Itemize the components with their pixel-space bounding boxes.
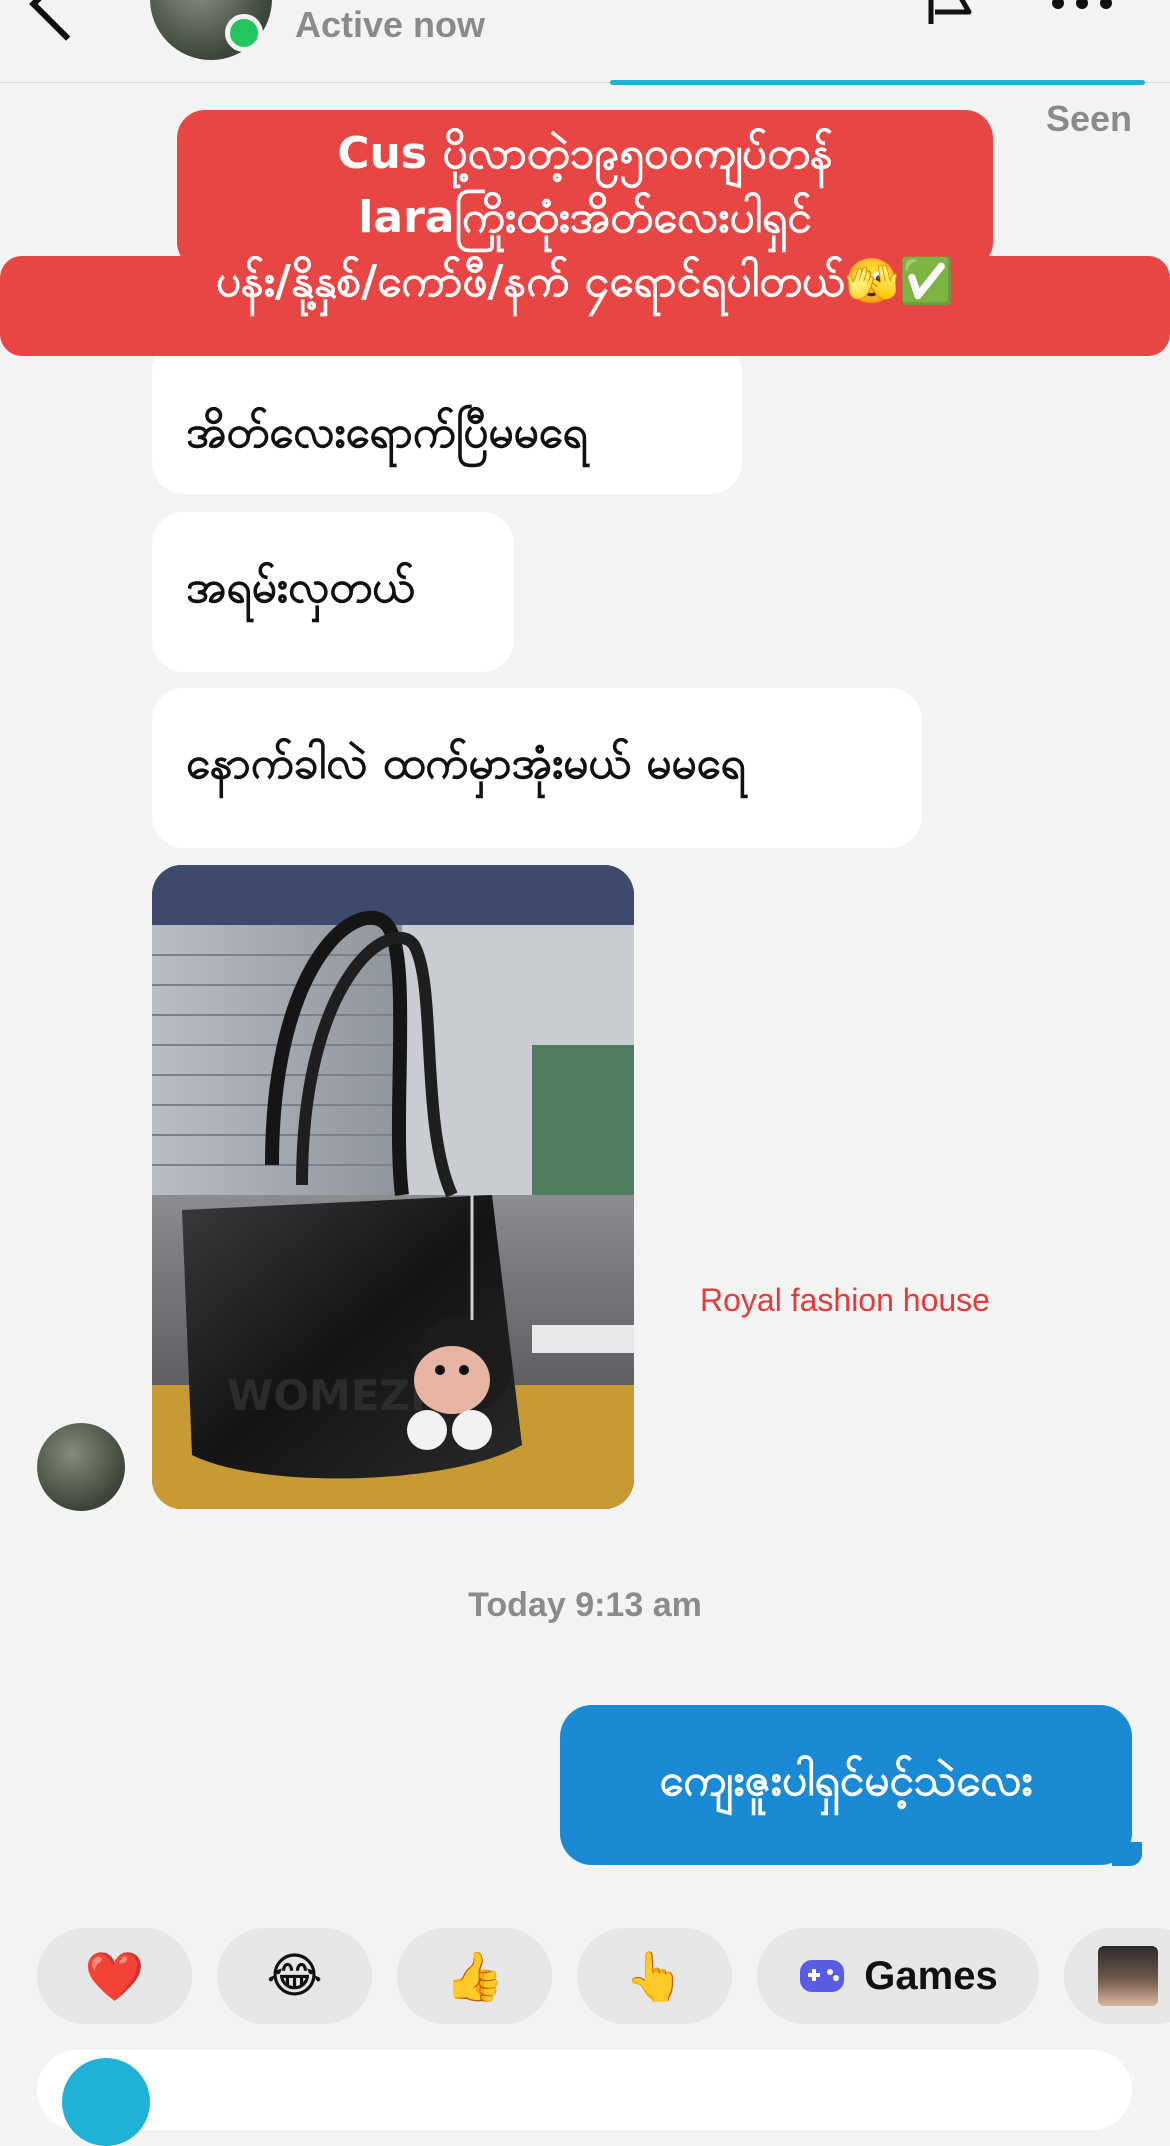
more-options-icon[interactable] — [1050, 0, 1114, 10]
photo-watermark-text: Royal fashion house — [700, 1282, 990, 1318]
quick-reply-bar: ❤️ 😂 👍 👆 Games — [0, 1928, 1170, 2024]
quick-reply-laugh[interactable]: 😂 — [217, 1928, 372, 2024]
message-input-bar[interactable] — [37, 2050, 1132, 2130]
sender-avatar[interactable] — [37, 1423, 125, 1511]
quick-reply-heart[interactable]: ❤️ — [37, 1928, 192, 2024]
quick-reply-thumbs-up[interactable]: 👍 — [397, 1928, 552, 2024]
caption-line: laraကြိုးထုံးအိတ်လေးပါရှင် — [358, 192, 812, 243]
games-label: Games — [864, 1953, 998, 1998]
message-timestamp: Today 9:13 am — [468, 1586, 702, 1624]
thumbs-up-icon: 👍 — [444, 1948, 505, 2005]
previous-message-edge — [610, 80, 1145, 85]
quick-reply-point-up[interactable]: 👆 — [577, 1928, 732, 2024]
sticker-thumbnail-icon — [1098, 1946, 1158, 2006]
caption-line: ပန်း/နို့နှစ်/ကော်ဖီ/နက် ၄ရောင်ရပါတယ်🫣✅ — [215, 256, 955, 307]
games-button[interactable]: Games — [757, 1928, 1039, 2024]
active-status-text: Active now — [295, 4, 486, 45]
flag-icon[interactable] — [925, 0, 981, 24]
online-indicator-icon — [225, 14, 263, 52]
heart-icon: ❤️ — [84, 1948, 145, 2005]
sent-message-bubble[interactable]: ကျေးဇူးပါရှင်မင့်သဲလေး — [560, 1705, 1132, 1865]
received-message-bubble[interactable]: အိတ်လေးရောက်ပြီမမရေ — [152, 340, 742, 494]
photo-message-handbag[interactable]: WOMEZHU — [152, 865, 634, 1509]
back-arrow-icon[interactable] — [29, 0, 103, 41]
camera-icon[interactable] — [62, 2058, 150, 2146]
gamepad-icon — [800, 1960, 845, 1992]
sticker-button[interactable] — [1064, 1928, 1170, 2024]
received-message-bubble[interactable]: အရမ်းလှတယ် — [152, 512, 514, 672]
pointing-hand-icon: 👆 — [624, 1948, 685, 2005]
caption-line: Cus ပို့လာတဲ့၁၉၅၀၀ကျပ်တန် — [337, 128, 833, 179]
chat-header: Active now — [0, 0, 1170, 85]
handbag-photo: WOMEZHU — [152, 865, 634, 1509]
laughing-emoji-icon: 😂 — [266, 1948, 323, 2004]
received-message-bubble[interactable]: နောက်ခါလဲ ထက်မှာအုံးမယ် မမရေ — [152, 688, 922, 848]
video-caption: Cus ပို့လာတဲ့၁၉၅၀၀ကျပ်တန် laraကြိုးထုံးအ… — [0, 122, 1170, 314]
